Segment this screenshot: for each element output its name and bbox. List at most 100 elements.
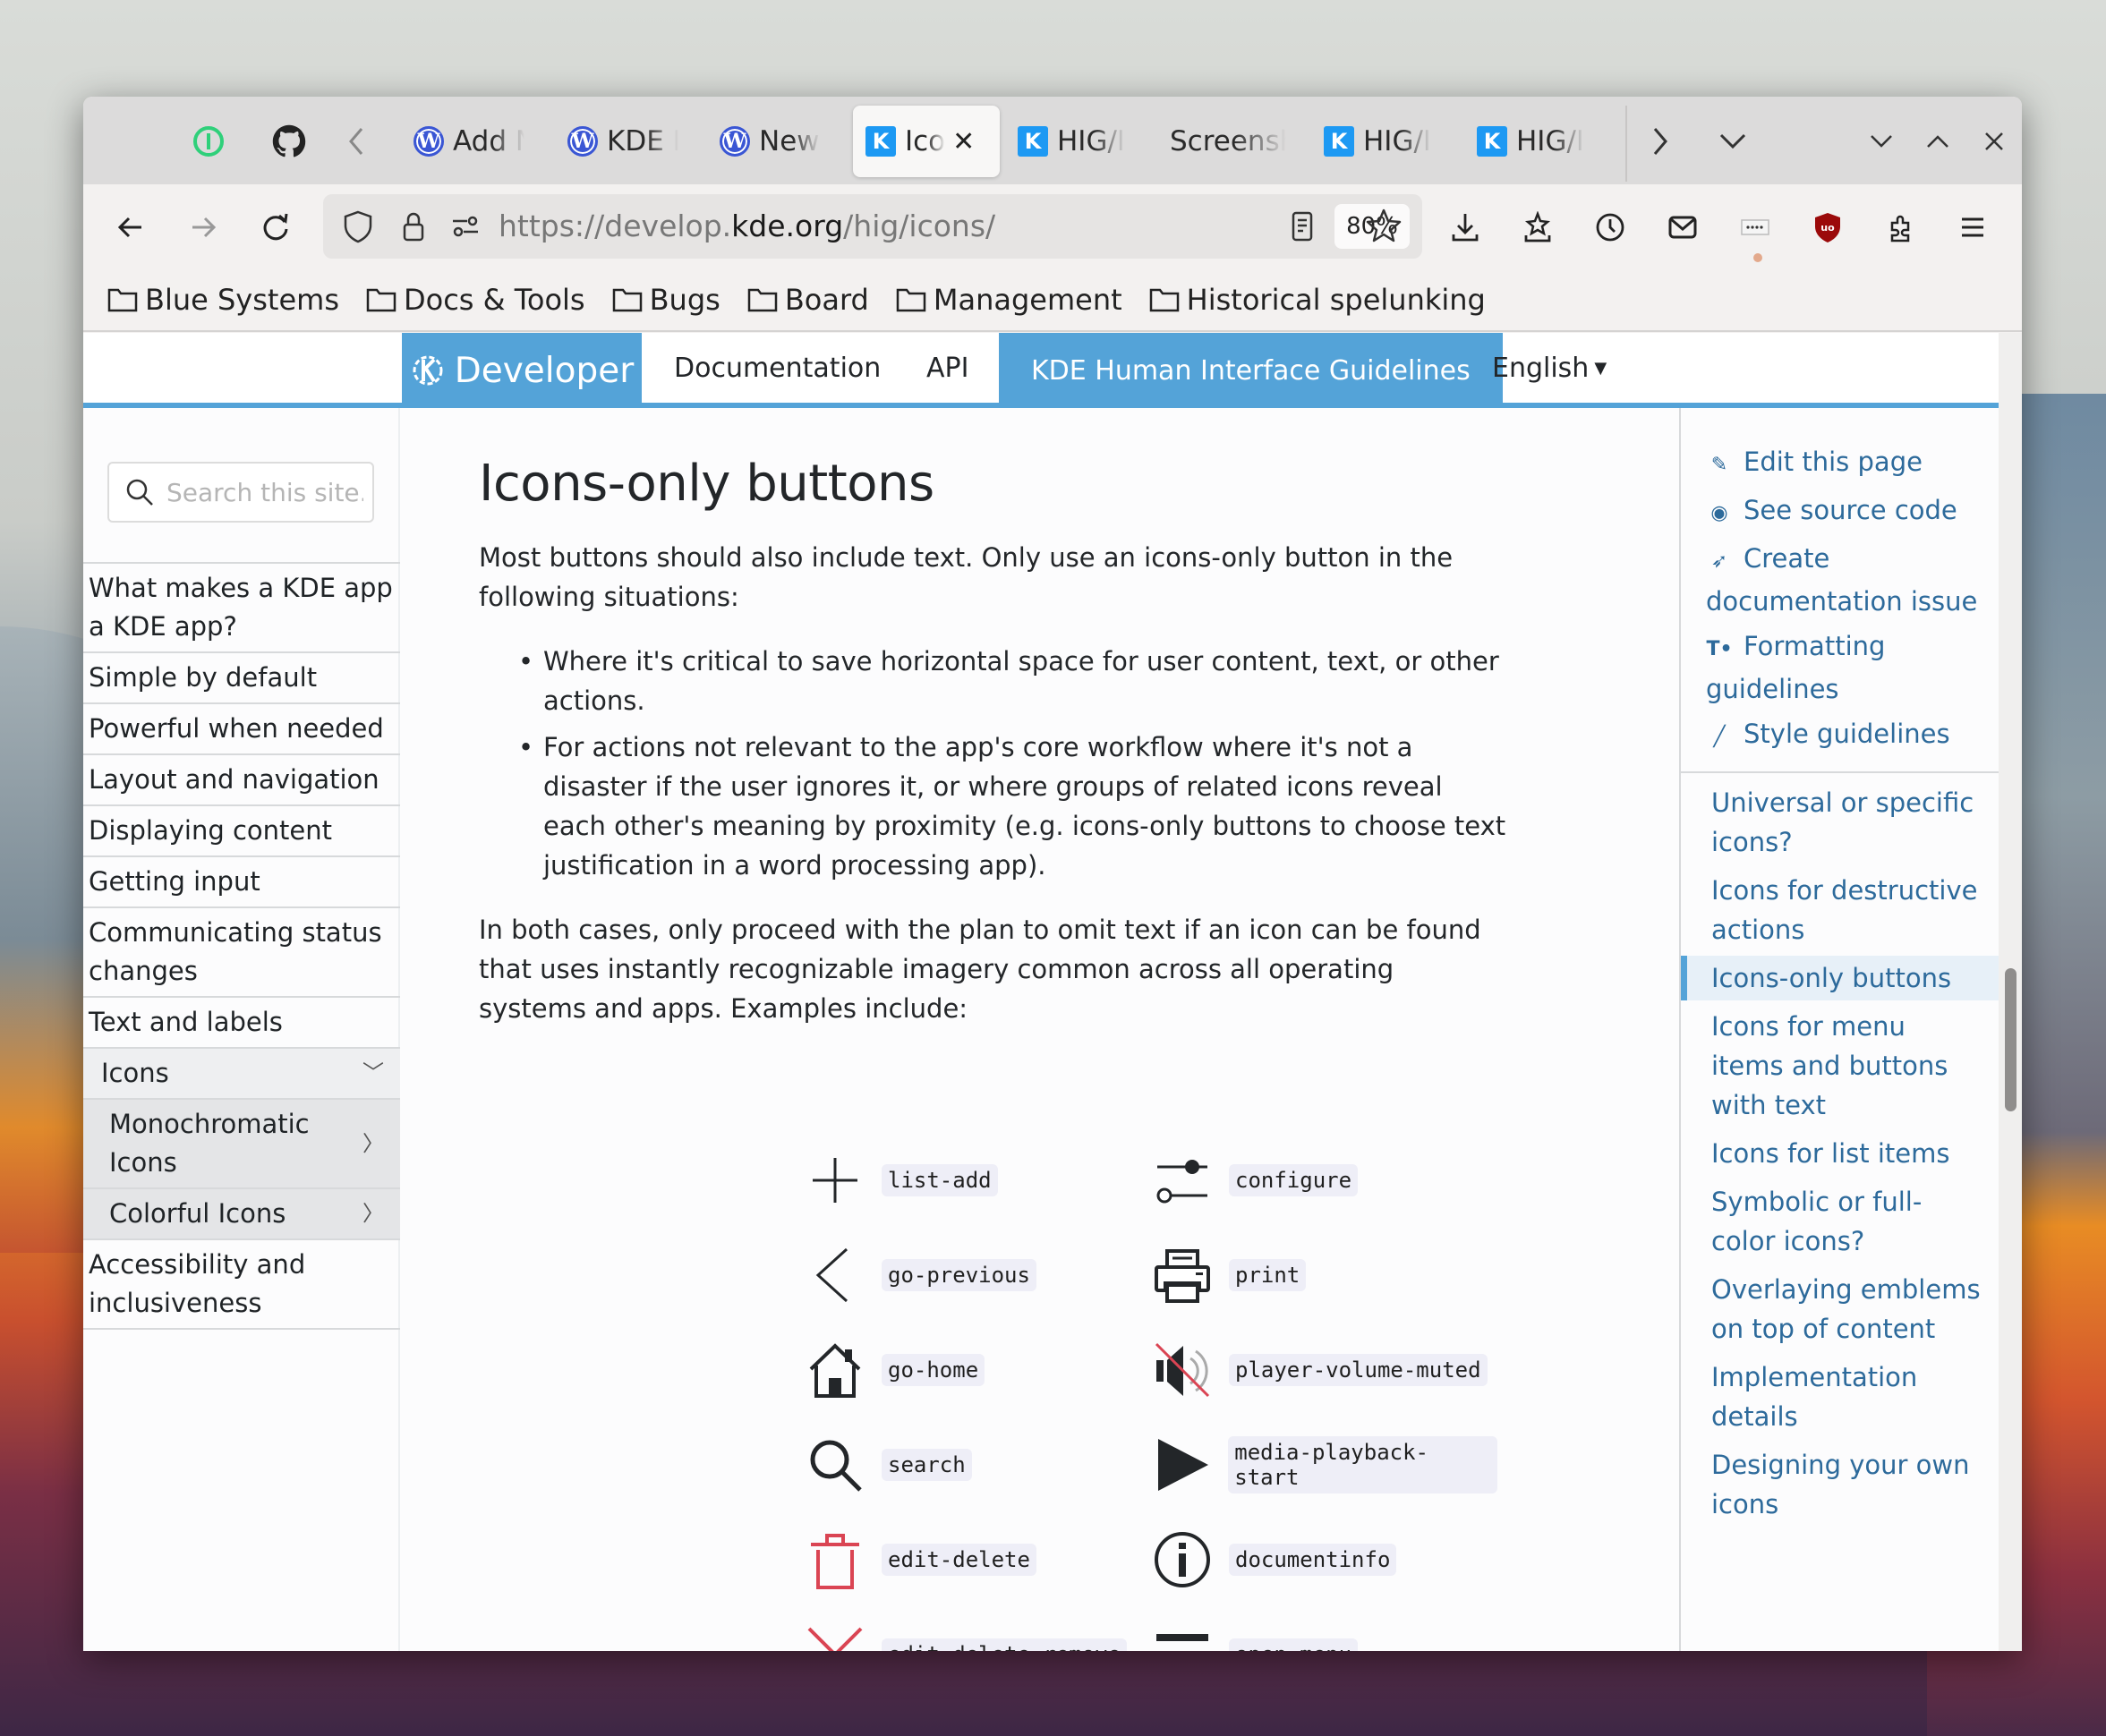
downloads-button[interactable] [1440,202,1490,252]
icon-example: search [792,1417,1139,1512]
site-brand-link[interactable]: Developer [402,333,642,408]
chevron-left-icon [349,128,363,155]
nav-hig[interactable]: KDE Human Interface Guidelines [999,333,1503,408]
sidebar-item[interactable]: Layout and navigation [83,755,400,806]
caret-down-icon: ▼ [1594,358,1607,378]
sidebar-item[interactable]: Communicating status changes [83,908,400,998]
toc-item-active[interactable]: Icons-only buttons [1681,956,1999,1000]
mail-button[interactable] [1658,202,1708,252]
url-text[interactable]: https://develop.kde.org/hig/icons/ [499,208,995,243]
sidebar-item[interactable]: Text and labels [83,998,400,1049]
bookmark-folder[interactable]: Historical spelunking [1149,283,1486,317]
shield-icon[interactable] [341,209,375,243]
tab[interactable]: K HIG/I [1311,106,1444,177]
search-input[interactable] [166,477,363,507]
folder-icon [747,288,778,312]
toc-item[interactable]: Universal or specific icons? [1681,780,1999,864]
sidebar-item[interactable]: Getting input [83,857,400,908]
ublock-origin-button[interactable]: uo [1803,202,1853,252]
bookmark-star-icon[interactable] [1365,207,1403,244]
toc-item[interactable]: Symbolic or full-color icons? [1681,1179,1999,1264]
bookmark-folder[interactable]: Board [747,283,869,317]
folder-icon [366,288,396,312]
bookmarks-tray-icon [1524,211,1551,243]
pinned-tab-1password[interactable] [182,106,235,177]
sidebar-subitem[interactable]: Colorful Icons 〉 [83,1189,400,1240]
extensions-button[interactable] [1875,202,1925,252]
bookmarks-menu-button[interactable] [1513,202,1563,252]
wordpress-icon: W [414,126,444,157]
minimize-button[interactable] [1859,106,1904,177]
sidebar-section-icons[interactable]: Icons ﹀ [83,1049,400,1100]
permissions-icon[interactable] [448,209,482,243]
page-scrollbar[interactable] [1999,333,2022,1651]
tab[interactable]: K HIG/I [1005,106,1138,177]
site-header: Developer Documentation API KDE Human In… [83,333,1999,408]
sidebar-item[interactable]: Accessibility and inclusiveness [83,1240,400,1330]
toc-item[interactable]: Implementation details [1681,1355,1999,1439]
reload-button[interactable] [251,202,301,252]
history-button[interactable] [1585,202,1635,252]
forward-button[interactable] [178,202,228,252]
list-all-tabs-button[interactable] [1710,106,1755,177]
nav-api[interactable]: API [926,333,968,403]
sidebar-item[interactable]: Simple by default [83,653,400,704]
maximize-icon [1927,135,1948,148]
icon-example: go-home [792,1323,1139,1417]
paper-plane-icon: ➶ [1710,550,1728,573]
printer-icon [1155,1249,1210,1303]
hamburger-menu-icon [1962,217,1983,237]
create-issue-link[interactable]: ➶ Create documentation issue [1706,539,1999,621]
page-title: Icons-only buttons [479,455,934,513]
minimize-icon [1871,135,1892,148]
reader-view-icon[interactable] [1285,209,1319,243]
password-extension-button[interactable] [1730,202,1780,252]
close-tab-icon[interactable]: ✕ [952,126,975,157]
edit-page-link[interactable]: ✎ Edit this page [1706,442,1999,485]
app-menu-button[interactable] [1948,202,1998,252]
bookmark-folder[interactable]: Bugs [612,283,720,317]
scrollbar-thumb[interactable] [2005,968,2016,1111]
sidebar-item[interactable]: Powerful when needed [83,704,400,755]
tab[interactable]: WAdd N [401,106,537,177]
bookmark-folder[interactable]: Docs & Tools [366,283,585,317]
tab-active[interactable]: K Ico ✕ [853,106,1000,177]
formatting-guidelines-link[interactable]: T• Formatting guidelines [1706,626,1999,709]
scroll-tabs-left-button[interactable] [334,106,379,177]
tab[interactable]: WKDE H [555,106,691,177]
icon-example: configure [1139,1133,1497,1228]
toc-item[interactable]: Icons for destructive actions [1681,868,1999,952]
tab[interactable]: Screensh [1157,106,1299,177]
address-bar[interactable]: https://develop.kde.org/hig/icons/ 80% [323,194,1422,259]
folder-icon [612,288,642,312]
bookmark-folder[interactable]: Blue Systems [107,283,339,317]
nav-documentation[interactable]: Documentation [674,333,881,403]
tab[interactable]: W New [707,106,832,177]
toc-item[interactable]: Icons for list items [1681,1131,1999,1176]
scroll-tabs-right-button[interactable] [1638,106,1683,177]
style-guidelines-link[interactable]: ╱ Style guidelines [1706,714,1999,757]
pinned-tab-github[interactable] [262,106,316,177]
x-icon [807,1627,863,1651]
search-icon [810,1440,862,1492]
sidebar-item[interactable]: What makes a KDE app a KDE app? [83,564,400,653]
tab[interactable]: K HIG/I [1464,106,1597,177]
toc-item[interactable]: Icons for menu items and buttons with te… [1681,1004,1999,1128]
sidebar-item[interactable]: Displaying content [83,806,400,857]
maximize-button[interactable] [1915,106,1960,177]
plus-icon [813,1158,857,1203]
toc-item[interactable]: Overlaying emblems on top of content [1681,1267,1999,1351]
kde-icon: K [1018,126,1048,157]
back-button[interactable] [106,202,156,252]
language-dropdown[interactable]: English ▼ [1492,333,1607,403]
view-source-link[interactable]: ◉ See source code [1706,490,1999,533]
close-window-button[interactable] [1972,106,2016,177]
sidebar-subitem[interactable]: Monochromatic Icons 〉 [83,1100,400,1189]
lock-icon[interactable] [396,209,431,243]
site-search[interactable] [107,462,374,523]
icon-example: media-playback-start [1139,1417,1497,1512]
folder-icon [1149,288,1179,312]
bookmark-folder[interactable]: Management [896,283,1122,317]
toc-item[interactable]: Designing your own icons [1681,1442,1999,1527]
icon-example: open-menu [1139,1607,1497,1651]
